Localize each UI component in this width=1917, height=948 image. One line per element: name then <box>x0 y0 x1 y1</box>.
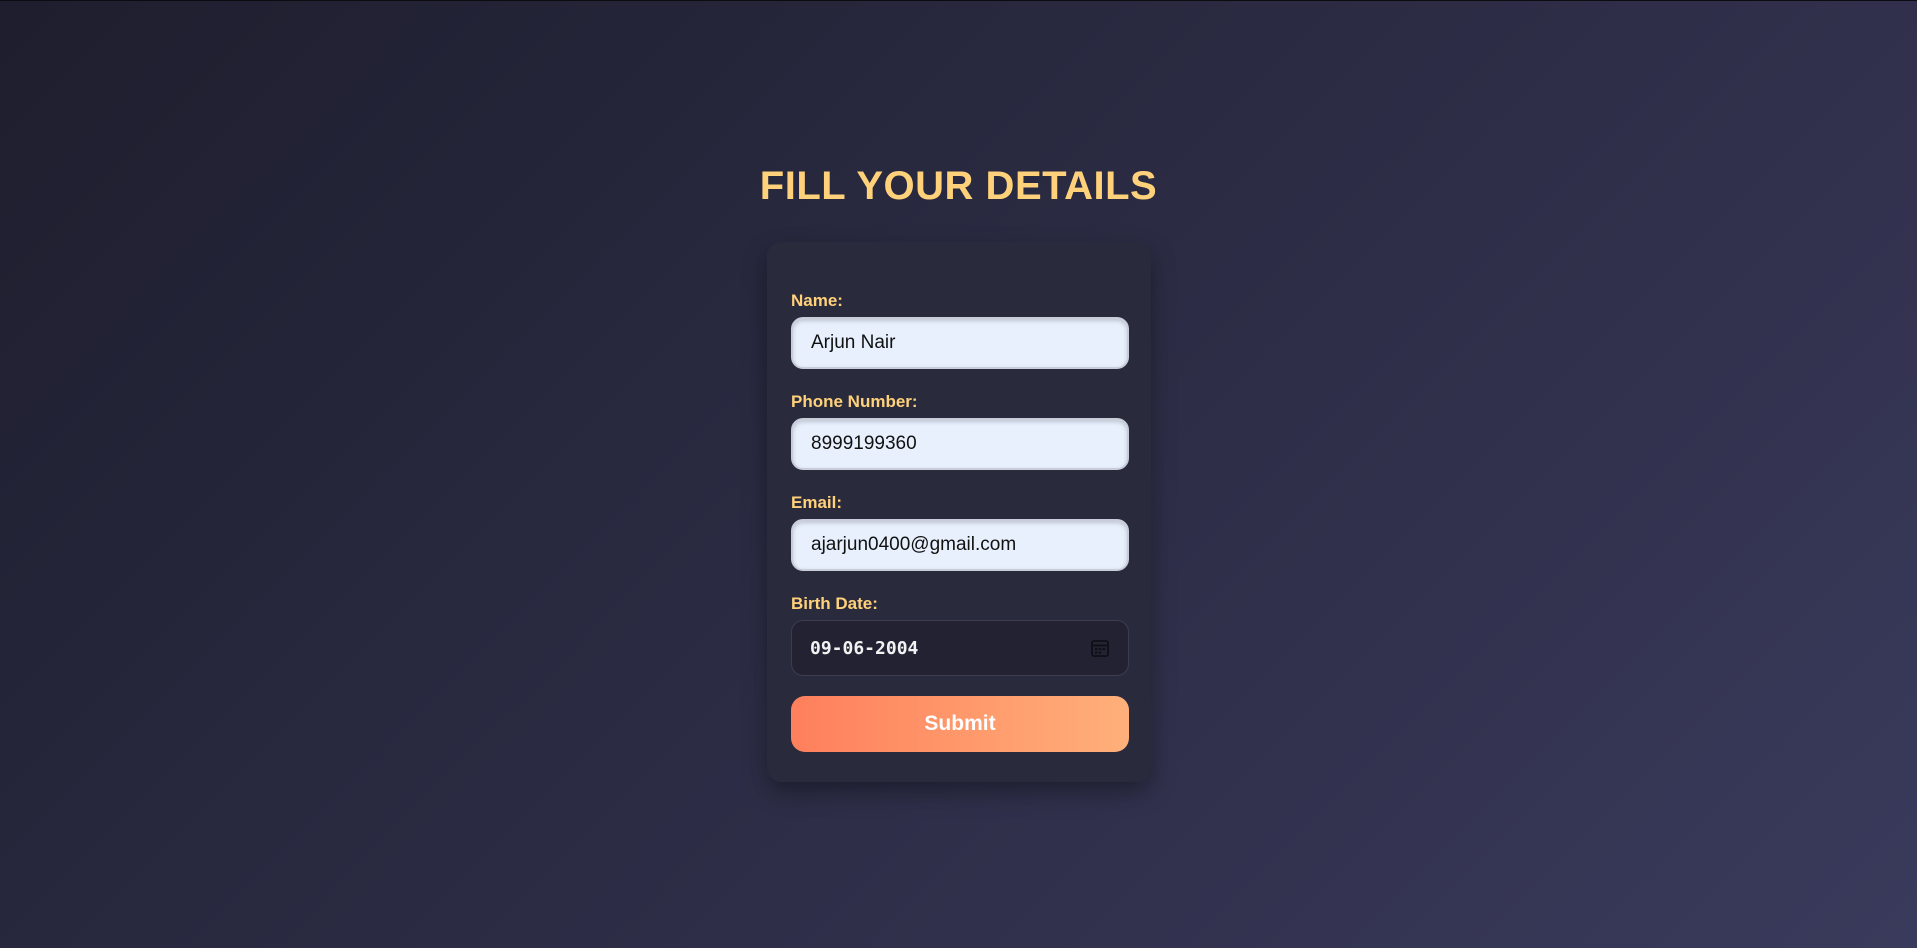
top-border-line <box>0 0 1917 1</box>
page-title: FILL YOUR DETAILS <box>759 164 1158 208</box>
name-label: Name: <box>791 291 843 310</box>
email-input[interactable]: ajarjun0400@gmail.com <box>791 519 1129 571</box>
birth-date-label: Birth Date: <box>791 594 878 613</box>
birth-date-value: 09-06-2004 <box>810 637 919 659</box>
details-form-card: Name: Arjun Nair Phone Number: 899919936… <box>767 242 1151 782</box>
phone-input[interactable]: 8999199360 <box>791 418 1129 470</box>
birth-date-input[interactable]: 09-06-2004 <box>791 620 1129 676</box>
email-label: Email: <box>791 493 843 512</box>
phone-label: Phone Number: <box>791 392 918 411</box>
submit-button[interactable]: Submit <box>791 696 1129 752</box>
calendar-icon[interactable] <box>1090 638 1110 658</box>
name-input[interactable]: Arjun Nair <box>791 317 1129 369</box>
